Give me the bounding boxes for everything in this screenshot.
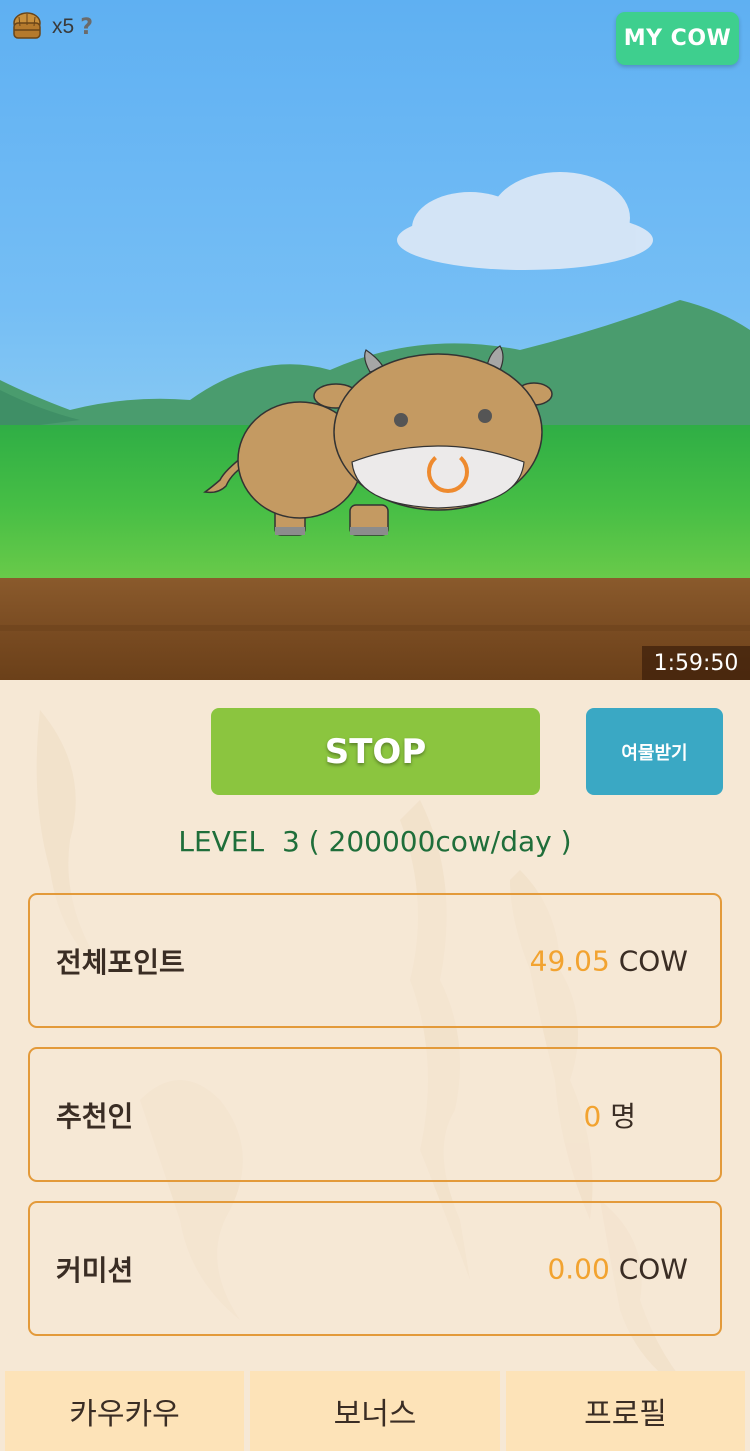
referrals-number: 0 xyxy=(583,1099,602,1133)
cloud xyxy=(397,172,653,270)
get-feed-button[interactable]: 여물받기 xyxy=(586,708,723,795)
hay-bale-icon xyxy=(13,12,41,39)
tab-profile[interactable]: 프로필 xyxy=(506,1371,745,1451)
total-points-unit: COW xyxy=(618,944,688,977)
total-points-label: 전체포인트 xyxy=(56,945,185,979)
hay-counter: x5 ? xyxy=(10,10,93,44)
commission-card: 커미션 0.00 COW xyxy=(28,1201,722,1336)
referrals-unit: 명 xyxy=(610,1099,636,1133)
total-points-value: 49.05 COW xyxy=(530,944,688,977)
commission-number: 0.00 xyxy=(547,1252,610,1285)
referrals-label: 추천인 xyxy=(56,1099,134,1133)
tab-cowcow[interactable]: 카우카우 xyxy=(5,1371,244,1451)
commission-value: 0.00 COW xyxy=(547,1252,688,1285)
hay-count: x5 xyxy=(52,15,75,38)
countdown-timer: 1:59:50 xyxy=(642,646,750,680)
stop-button[interactable]: STOP xyxy=(211,708,540,795)
total-points-number: 49.05 xyxy=(529,944,610,977)
commission-label: 커미션 xyxy=(56,1253,134,1287)
help-question-icon[interactable]: ? xyxy=(80,15,93,40)
farm-background xyxy=(0,172,750,680)
tab-bonus[interactable]: 보너스 xyxy=(250,1371,500,1451)
commission-unit: COW xyxy=(618,1252,688,1285)
level-info: LEVEL 3 ( 200000cow/day ) xyxy=(178,825,572,858)
bottom-navigation: 카우카우 보너스 프로필 xyxy=(0,1371,750,1451)
total-points-card: 전체포인트 49.05 COW xyxy=(28,893,722,1028)
control-panel: STOP 여물받기 LEVEL 3 ( 200000cow/day ) 전체포인… xyxy=(0,680,750,1451)
referrals-card: 추천인 0 명 xyxy=(28,1047,722,1182)
my-cow-button[interactable]: MY COW xyxy=(616,12,739,65)
referrals-value: 0 명 xyxy=(584,1095,637,1135)
game-scene: x5 ? MY COW 1:59:50 xyxy=(0,0,750,680)
